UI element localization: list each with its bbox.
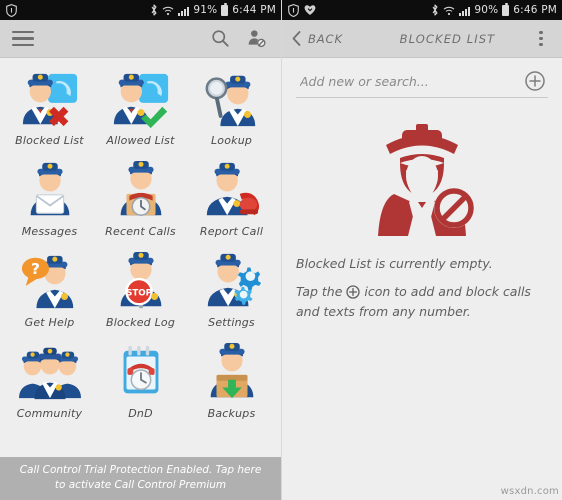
grid-item-label: Blocked List (15, 134, 84, 147)
allowed-list-icon (110, 68, 172, 130)
back-button-label: BACK (308, 31, 343, 46)
grid-item-settings[interactable]: Settings (186, 250, 277, 329)
right-panel-blocked-list: 90% 6:46 PM BACK BLOCKED LIST Add new or… (281, 0, 562, 500)
home-icon-grid: Blocked List Allowed List Lookup Message… (0, 58, 281, 420)
back-button[interactable]: BACK (292, 31, 343, 46)
status-clock: 6:44 PM (232, 4, 276, 16)
left-status-bar: 91% 6:44 PM (0, 0, 281, 20)
right-toolbar: BACK BLOCKED LIST (282, 20, 562, 58)
call-control-badge-icon (304, 4, 316, 16)
backups-icon (201, 341, 263, 403)
search-box (296, 70, 548, 98)
wifi-icon (162, 5, 174, 16)
empty-state-line1: Blocked List is currently empty. (296, 256, 493, 271)
shield-icon (6, 3, 17, 17)
grid-item-label: Allowed List (106, 134, 175, 147)
trial-banner-line2: to activate Call Control Premium (54, 478, 227, 491)
overflow-menu-icon[interactable] (530, 28, 552, 50)
empty-state-line2: Tap the icon to add and block calls and … (296, 282, 548, 321)
grid-item-label: Community (16, 407, 83, 420)
svg-text:?: ? (30, 260, 39, 278)
blocked-log-icon: STOP (110, 250, 172, 312)
grid-item-get-help[interactable]: ? Get Help (4, 250, 95, 329)
app-screenshot: 91% 6:44 PM Blocked List Allowed List Lo… (0, 0, 562, 500)
grid-item-label: Recent Calls (105, 225, 176, 238)
trial-banner-line1: Call Control Trial Protection Enabled. T… (19, 463, 262, 476)
lookup-icon (201, 68, 263, 130)
dnd-icon (110, 341, 172, 403)
search-row (282, 58, 562, 98)
battery-icon (502, 3, 510, 16)
empty-state-line2-after: icon to add and block (364, 284, 499, 300)
signal-bars-icon (178, 5, 190, 16)
grid-item-label: Messages (21, 225, 78, 238)
wifi-icon (443, 5, 455, 16)
grid-item-label: Blocked Log (105, 316, 176, 329)
battery-icon (221, 3, 229, 16)
chevron-left-icon (292, 31, 301, 46)
grid-item-label: Lookup (210, 134, 253, 147)
grid-item-backups[interactable]: Backups (186, 341, 277, 420)
blocked-officer-illustration (366, 124, 478, 236)
watermark: wsxdn.com (500, 486, 559, 497)
battery-percent-label: 91% (193, 4, 218, 16)
right-status-bar: 90% 6:46 PM (282, 0, 562, 20)
signal-bars-icon (459, 5, 471, 16)
grid-item-messages[interactable]: Messages (4, 159, 95, 238)
grid-item-blocked-list[interactable]: Blocked List (4, 68, 95, 147)
search-input[interactable] (300, 73, 518, 89)
svg-text:STOP: STOP (126, 289, 153, 299)
left-toolbar (0, 20, 281, 58)
left-panel-home-grid: 91% 6:44 PM Blocked List Allowed List Lo… (0, 0, 281, 500)
blocked-list-icon (19, 68, 81, 130)
settings-icon (201, 250, 263, 312)
empty-state-text: Blocked List is currently empty. Tap the… (282, 254, 562, 330)
grid-item-label: Backups (207, 407, 256, 420)
plus-circle-icon (346, 285, 361, 300)
grid-item-dnd[interactable]: DnD (95, 341, 186, 420)
status-clock: 6:46 PM (513, 4, 557, 16)
grid-item-label: Settings (208, 316, 255, 329)
recent-calls-icon (110, 159, 172, 221)
grid-item-community[interactable]: Community (4, 341, 95, 420)
grid-item-report-call[interactable]: Report Call (186, 159, 277, 238)
get-help-icon: ? (19, 250, 81, 312)
battery-percent-label: 90% (474, 4, 499, 16)
empty-state-line2-before: Tap the (296, 284, 343, 300)
grid-item-lookup[interactable]: Lookup (186, 68, 277, 147)
grid-item-blocked-log[interactable]: STOP Blocked Log (95, 250, 186, 329)
trial-banner[interactable]: Call Control Trial Protection Enabled. T… (0, 456, 281, 500)
search-icon[interactable] (207, 26, 233, 52)
grid-item-label: DnD (128, 407, 153, 420)
messages-icon (19, 159, 81, 221)
shield-icon (288, 3, 299, 17)
blocked-contact-icon[interactable] (243, 26, 269, 52)
community-icon (18, 341, 81, 403)
empty-state: Blocked List is currently empty. Tap the… (282, 98, 562, 330)
toolbar-title-wrap: BLOCKED LIST (343, 20, 552, 58)
plus-circle-icon[interactable] (524, 70, 546, 92)
page-title: BLOCKED LIST (399, 31, 496, 46)
report-call-icon (201, 159, 263, 221)
grid-item-recent-calls[interactable]: Recent Calls (95, 159, 186, 238)
grid-item-label: Report Call (199, 225, 264, 238)
grid-item-label: Get Help (24, 316, 75, 329)
bluetooth-icon (431, 4, 439, 16)
bluetooth-icon (150, 4, 158, 16)
hamburger-menu-icon[interactable] (12, 31, 34, 46)
grid-item-allowed-list[interactable]: Allowed List (95, 68, 186, 147)
